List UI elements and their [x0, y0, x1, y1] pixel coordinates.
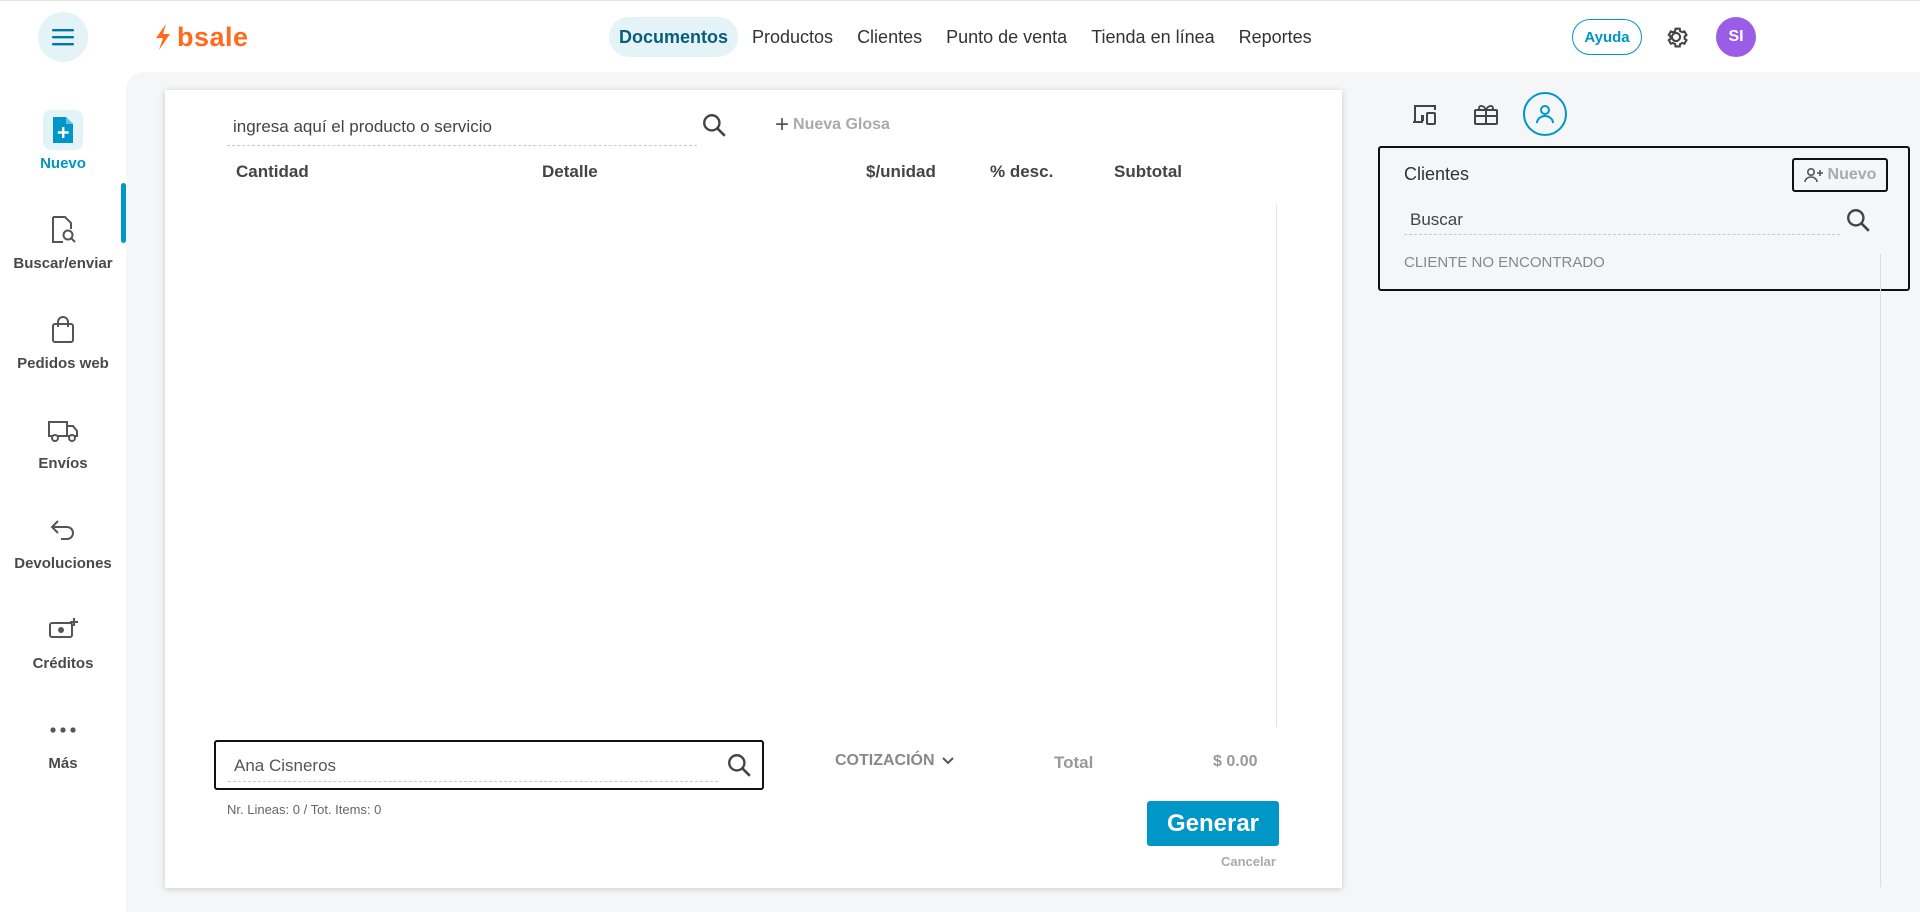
gift-box-icon	[1474, 105, 1498, 125]
column-header-detalle: Detalle	[542, 162, 598, 181]
shopping-bag-icon	[43, 310, 83, 350]
column-header-subtotal: Subtotal	[1114, 162, 1182, 181]
clients-title: Clientes	[1404, 164, 1470, 184]
product-search-text: ingresa aquí el producto o servicio	[233, 116, 492, 136]
cancel-button[interactable]: Cancelar	[1221, 854, 1276, 869]
chevron-down-icon	[941, 757, 954, 765]
sidebar-item-nuevo[interactable]: Nuevo	[0, 110, 126, 200]
tab-pos-terminal[interactable]	[1403, 92, 1447, 136]
nav-documentos[interactable]: Documentos	[609, 17, 739, 57]
line-item-counts: Nr. Lineas: 0 / Tot. Items: 0	[227, 802, 382, 817]
sidebar-item-label: Envíos	[38, 455, 88, 472]
sidebar-item-creditos[interactable]: Créditos	[0, 610, 126, 700]
user-icon	[1536, 105, 1554, 124]
tab-gift[interactable]	[1464, 92, 1508, 136]
nav-clientes[interactable]: Clientes	[847, 17, 932, 57]
product-search-button[interactable]	[699, 110, 729, 140]
panel-scroll-track[interactable]	[1880, 254, 1881, 887]
gear-icon	[1667, 27, 1688, 48]
truck-icon	[43, 410, 83, 450]
sidebar-item-label: Devoluciones	[14, 555, 112, 572]
pos-terminal-icon	[1413, 105, 1436, 125]
clients-panel: Clientes Nuevo Buscar CLIENTE NO ENCONTR…	[1378, 146, 1910, 291]
add-user-icon	[1803, 167, 1823, 183]
sidebar-item-label: Nuevo	[40, 155, 86, 172]
nav-punto-de-venta[interactable]: Punto de venta	[936, 17, 1077, 57]
sidebar-item-mas[interactable]: Más	[0, 710, 126, 800]
client-not-found-status: CLIENTE NO ENCONTRADO	[1404, 254, 1605, 271]
client-panel-search-input[interactable]: Buscar	[1404, 205, 1840, 235]
nav-productos[interactable]: Productos	[742, 17, 843, 57]
document-editor: ingresa aquí el producto o servicio + Nu…	[165, 90, 1342, 888]
hamburger-menu-button[interactable]	[38, 12, 88, 62]
return-arrow-icon	[43, 510, 83, 550]
client-panel-search-button[interactable]	[1843, 205, 1873, 235]
new-client-label: Nuevo	[1827, 166, 1877, 183]
sidebar-item-pedidos-web[interactable]: Pedidos web	[0, 310, 126, 400]
sidebar-item-label: Buscar/enviar	[13, 255, 113, 272]
user-avatar[interactable]: SI	[1716, 17, 1756, 57]
client-search-button[interactable]	[724, 750, 754, 780]
column-header-discount: % desc.	[990, 162, 1054, 181]
plus-icon: +	[775, 111, 790, 138]
total-value: $ 0.00	[1213, 753, 1258, 770]
new-gloss-button[interactable]: + Nueva Glosa	[775, 110, 890, 140]
search-icon	[703, 114, 726, 137]
sidebar-item-devoluciones[interactable]: Devoluciones	[0, 510, 126, 600]
main-nav: Documentos Productos Clientes Punto de v…	[609, 17, 1322, 57]
generate-button[interactable]: Generar	[1147, 801, 1279, 846]
nav-tienda-en-linea[interactable]: Tienda en línea	[1081, 17, 1224, 57]
sidebar-item-label: Pedidos web	[17, 355, 109, 372]
settings-button[interactable]	[1660, 21, 1692, 53]
column-header-unit-price: $/unidad	[866, 162, 936, 181]
help-button[interactable]: Ayuda	[1572, 19, 1642, 55]
new-client-button[interactable]: Nuevo	[1792, 158, 1888, 192]
sidebar-item-envios[interactable]: Envíos	[0, 410, 126, 500]
nav-reportes[interactable]: Reportes	[1229, 17, 1322, 57]
document-type-select[interactable]: COTIZACIÓN	[835, 752, 955, 770]
sidebar-item-label: Más	[48, 755, 78, 772]
new-gloss-label: Nueva Glosa	[793, 116, 890, 133]
hamburger-icon	[52, 29, 74, 46]
total-label: Total	[1054, 753, 1094, 772]
more-dots-icon	[43, 710, 83, 750]
top-bar: bsale Documentos Productos Clientes Punt…	[0, 0, 1920, 72]
tab-clients[interactable]	[1523, 92, 1567, 136]
document-client-input[interactable]: Ana Cisneros	[228, 750, 718, 782]
brand-logo[interactable]: bsale	[153, 19, 249, 55]
document-type-label: COTIZACIÓN	[835, 752, 935, 769]
product-search-input[interactable]: ingresa aquí el producto o servicio	[227, 108, 697, 146]
new-document-icon	[43, 110, 83, 150]
left-sidebar: Nuevo Buscar/enviar Pedidos web Envíos D…	[0, 72, 126, 912]
search-icon	[728, 754, 751, 777]
brand-name: bsale	[177, 21, 249, 52]
sidebar-item-label: Créditos	[32, 655, 94, 672]
column-header-cantidad: Cantidad	[236, 162, 309, 181]
scroll-track[interactable]	[1276, 205, 1277, 727]
document-client-box[interactable]: Ana Cisneros	[214, 740, 764, 790]
money-add-icon	[43, 610, 83, 650]
sidebar-item-buscar-enviar[interactable]: Buscar/enviar	[0, 210, 126, 300]
bsale-bolt-icon	[156, 24, 170, 50]
search-icon	[1847, 209, 1870, 232]
search-document-icon	[43, 210, 83, 250]
